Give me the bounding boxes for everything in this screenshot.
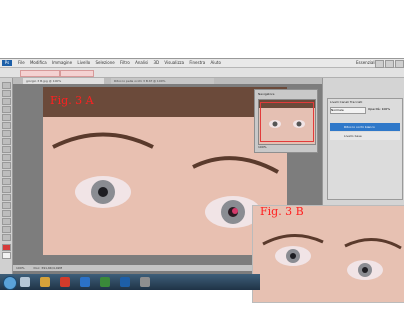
workspace-switcher[interactable]: Essenziali (356, 59, 376, 67)
healing-tool-icon[interactable] (2, 130, 11, 137)
history-brush-tool-icon[interactable] (2, 154, 11, 161)
doc-size-readout: Doc: 391,6K/4,02M (33, 266, 63, 270)
hand-tool-icon[interactable] (2, 226, 11, 233)
options-field-2[interactable] (60, 70, 94, 77)
lasso-tool-icon[interactable] (2, 98, 11, 105)
menu-filtro[interactable]: Filtro (120, 59, 130, 67)
menu-modifica[interactable]: Modifica (30, 59, 47, 67)
menu-livello[interactable]: Livello (77, 59, 90, 67)
browser-icon[interactable] (80, 277, 90, 287)
photoshop-logo: Ps (2, 60, 12, 66)
zoom-tool-icon[interactable] (2, 234, 11, 241)
menu-file[interactable]: File (18, 59, 25, 67)
menu-bar: Ps File Modifica Immagine Livello Selezi… (0, 59, 404, 68)
menu-visualizza[interactable]: Visualizza (164, 59, 184, 67)
figure-a-label: Fig. 3 A (50, 94, 94, 107)
menu-aiuto[interactable]: Aiuto (211, 59, 221, 67)
explorer-icon[interactable] (20, 277, 30, 287)
marquee-tool-icon[interactable] (2, 90, 11, 97)
window-taskbar-icon[interactable] (140, 277, 150, 287)
brush-tool-icon[interactable] (2, 138, 11, 145)
photoshop-taskbar-icon[interactable] (120, 277, 130, 287)
foreground-color-swatch[interactable] (2, 244, 11, 251)
layer-name: Livello base (344, 134, 362, 138)
pen-tool-icon[interactable] (2, 194, 11, 201)
eyedropper-tool-icon[interactable] (2, 122, 11, 129)
dodge-tool-icon[interactable] (2, 186, 11, 193)
minimize-button[interactable] (375, 60, 384, 68)
shape-tool-icon[interactable] (2, 218, 11, 225)
layer-name: Ritocco occhi bianco (344, 125, 375, 129)
navigator-panel: Navigatore 100% (254, 89, 318, 153)
photo-fig-a (43, 87, 287, 255)
background-color-swatch[interactable] (2, 252, 11, 259)
tab-tracciati[interactable]: Tracciati (350, 100, 362, 104)
crop-tool-icon[interactable] (2, 114, 11, 121)
zoom-readout[interactable]: 100% (16, 266, 25, 270)
folder-icon[interactable] (40, 277, 50, 287)
layer-row[interactable]: Livello base (330, 132, 400, 140)
maximize-button[interactable] (385, 60, 394, 68)
gradient-tool-icon[interactable] (2, 170, 11, 177)
tools-panel (0, 78, 13, 274)
figure-b-label: Fig. 3 B (260, 205, 304, 218)
navigator-view-box[interactable] (260, 102, 314, 142)
media-icon[interactable] (60, 277, 70, 287)
options-bar (0, 68, 404, 78)
menu-items: File Modifica Immagine Livello Selezione… (14, 59, 221, 67)
path-select-tool-icon[interactable] (2, 210, 11, 217)
quick-select-tool-icon[interactable] (2, 106, 11, 113)
photo-fig-b (252, 205, 404, 303)
blur-tool-icon[interactable] (2, 178, 11, 185)
start-button[interactable] (3, 276, 17, 290)
navigator-title: Navigatore (258, 92, 275, 96)
taskbar (0, 274, 260, 290)
move-tool-icon[interactable] (2, 82, 11, 89)
eraser-tool-icon[interactable] (2, 162, 11, 169)
layers-panel: Livelli Canali Tracciati Normale Opacità… (327, 98, 403, 200)
close-button[interactable] (395, 60, 404, 68)
layer-row[interactable]: Ritocco occhi bianco (330, 123, 400, 131)
menu-analisi[interactable]: Analisi (135, 59, 148, 67)
blend-mode-select[interactable]: Normale (330, 107, 366, 114)
tab-canali[interactable]: Canali (340, 100, 349, 104)
menu-3d[interactable]: 3D (154, 59, 160, 67)
boy-eyes-photo-a (43, 87, 287, 255)
app-icon[interactable] (100, 277, 110, 287)
menu-selezione[interactable]: Selezione (95, 59, 114, 67)
navigator-zoom[interactable]: 100% (258, 145, 267, 150)
opacity-field[interactable]: Opacità: 100% (368, 107, 390, 112)
navigator-thumbnail[interactable] (258, 99, 316, 145)
options-field-1[interactable] (20, 70, 60, 77)
menu-immagine[interactable]: Immagine (52, 59, 72, 67)
clone-tool-icon[interactable] (2, 146, 11, 153)
boy-eyes-photo-b (253, 206, 404, 302)
menu-finestra[interactable]: Finestra (189, 59, 205, 67)
type-tool-icon[interactable] (2, 202, 11, 209)
tab-livelli[interactable]: Livelli (330, 100, 339, 104)
